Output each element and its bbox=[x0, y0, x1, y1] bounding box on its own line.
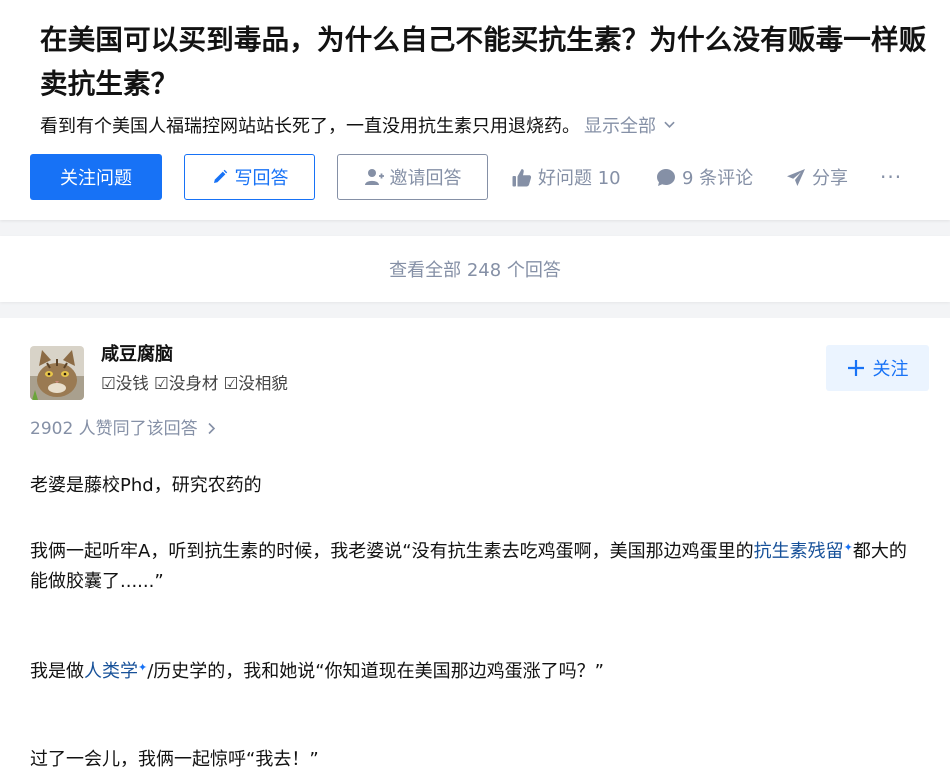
follow-question-label: 关注问题 bbox=[60, 168, 132, 189]
paper-plane-icon bbox=[787, 168, 805, 186]
comment-bubble-icon bbox=[657, 168, 675, 186]
question-title[interactable]: 在美国可以买到毒品，为什么自己不能买抗生素？为什么没有贩毒一样贩卖抗生素？ bbox=[40, 18, 945, 106]
comments-button[interactable]: 9 条评论 bbox=[656, 154, 753, 200]
cat-avatar-icon bbox=[30, 346, 84, 400]
sparkle-icon: ✦ bbox=[138, 661, 148, 674]
write-answer-button[interactable]: 写回答 bbox=[184, 154, 315, 200]
paragraph-text: 我是做 bbox=[30, 661, 84, 682]
answer-paragraph: 我俩一起听牢A，听到抗生素的时候，我老婆说“没有抗生素去吃鸡蛋啊，美国那边鸡蛋里… bbox=[30, 533, 920, 597]
share-button[interactable]: 分享 bbox=[786, 154, 848, 200]
show-all-link[interactable]: 显示全部 bbox=[584, 116, 656, 137]
question-detail-text: 看到有个美国人福瑞控网站站长死了，一直没用抗生素只用退烧药。 bbox=[40, 116, 580, 137]
invite-answer-label: 邀请回答 bbox=[389, 168, 462, 189]
thumb-up-icon bbox=[512, 168, 532, 186]
comments-label: 9 条评论 bbox=[682, 168, 754, 189]
good-question-label: 好问题 10 bbox=[538, 168, 621, 189]
pencil-icon bbox=[213, 169, 227, 183]
sparkle-icon: ✦ bbox=[843, 541, 853, 554]
author-name[interactable]: 咸豆腐脑 bbox=[101, 340, 173, 366]
answer-paragraph: 老婆是藤校Phd，研究农药的 bbox=[30, 475, 262, 496]
plus-icon bbox=[847, 360, 864, 376]
invite-user-icon bbox=[364, 169, 384, 185]
view-all-answers-bar[interactable]: 查看全部 248 个回答 bbox=[0, 236, 950, 302]
follow-author-button[interactable]: 关注 bbox=[826, 345, 929, 391]
chevron-right-icon bbox=[208, 422, 216, 435]
good-question-button[interactable]: 好问题 10 bbox=[512, 154, 621, 200]
answer-paragraph: 过了一会儿，我俩一起惊呼“我去！” bbox=[30, 749, 319, 770]
view-all-answers-label: 查看全部 248 个回答 bbox=[389, 260, 561, 281]
keyword-link-anthropology[interactable]: 人类学 bbox=[84, 661, 138, 682]
question-detail: 看到有个美国人福瑞控网站站长死了，一直没用抗生素只用退烧药。 显示全部 bbox=[40, 114, 675, 140]
keyword-link-antibiotic-residue[interactable]: 抗生素残留 bbox=[754, 541, 844, 562]
voters-label: 2902 人赞同了该回答 bbox=[30, 419, 198, 439]
voters-count[interactable]: 2902 人赞同了该回答 bbox=[30, 414, 216, 439]
paragraph-text: 我俩一起听牢A，听到抗生素的时候，我老婆说“没有抗生素去吃鸡蛋啊，美国那边鸡蛋里… bbox=[30, 541, 754, 562]
share-label: 分享 bbox=[812, 168, 848, 189]
answer-card: 咸豆腐脑 ☑没钱 ☑没身材 ☑没相貌 关注 2902 人赞同了该回答 老婆是藤校… bbox=[0, 318, 950, 781]
avatar[interactable] bbox=[30, 346, 84, 400]
chevron-down-icon[interactable] bbox=[664, 119, 675, 130]
invite-answer-button[interactable]: 邀请回答 bbox=[337, 154, 488, 200]
write-answer-label: 写回答 bbox=[234, 168, 289, 189]
answer-paragraph: 我是做人类学✦/历史学的，我和她说“你知道现在美国那边鸡蛋涨了吗？” bbox=[30, 653, 920, 687]
more-options-button[interactable]: ··· bbox=[880, 154, 902, 200]
author-bio: ☑没钱 ☑没身材 ☑没相貌 bbox=[101, 374, 288, 393]
question-header: 在美国可以买到毒品，为什么自己不能买抗生素？为什么没有贩毒一样贩卖抗生素？ 看到… bbox=[0, 0, 950, 220]
follow-author-label: 关注 bbox=[872, 359, 909, 380]
paragraph-text: /历史学的，我和她说“你知道现在美国那边鸡蛋涨了吗？” bbox=[147, 661, 604, 682]
follow-question-button[interactable]: 关注问题 bbox=[30, 154, 162, 200]
